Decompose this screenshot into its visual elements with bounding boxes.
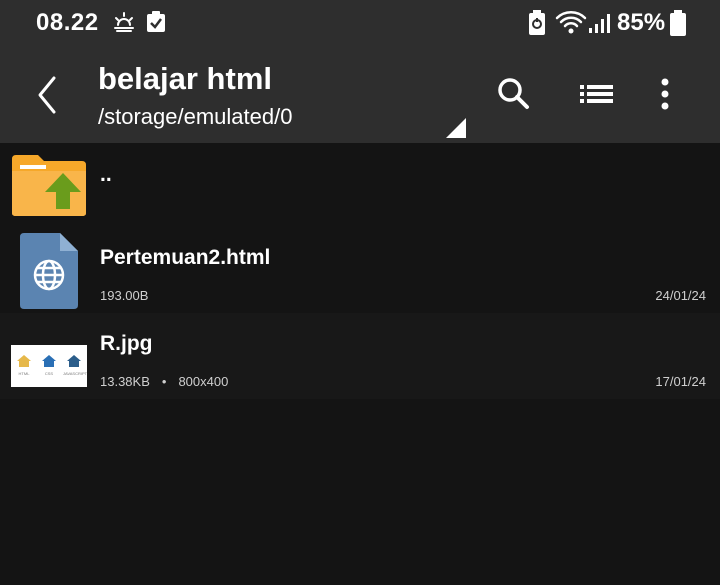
dropdown-corner-icon [446, 118, 466, 138]
weather-sunrise-icon [112, 10, 136, 39]
image-thumbnail: HTML CSS JAVASCRIPT [11, 345, 87, 387]
file-size: 193.00B [100, 288, 149, 303]
folder-up-icon [10, 153, 88, 222]
separator-dot: • [161, 374, 167, 389]
file-name: R.jpg [100, 332, 153, 355]
check-square-icon [146, 11, 166, 38]
status-time: 08.22 [36, 9, 99, 36]
battery-percent: 85% [617, 9, 666, 36]
list-item-file[interactable]: Pertemuan2.html 193.00B 24/01/24 [0, 227, 720, 313]
home-icon: CSS [38, 351, 60, 381]
html-file-icon [18, 231, 80, 316]
home-icon: HTML [13, 351, 35, 381]
back-button[interactable] [28, 72, 68, 118]
search-button[interactable] [493, 74, 533, 114]
current-path[interactable]: /storage/emulated/0 [98, 104, 292, 130]
folder-title: belajar html [98, 61, 272, 96]
thumbnail-label: CSS [44, 371, 54, 376]
app-toolbar: belajar html /storage/emulated/0 [0, 46, 720, 143]
wifi-icon [555, 10, 587, 39]
thumbnail-label: HTML [18, 371, 30, 376]
file-date: 17/01/24 [655, 374, 706, 389]
status-bar: 08.22 85% [0, 0, 720, 46]
home-icon: JAVASCRIPT [63, 351, 88, 381]
thumbnail-label: JAVASCRIPT [63, 371, 88, 376]
search-icon [498, 78, 529, 109]
file-name: .. [100, 163, 112, 186]
file-meta: 13.38KB • 800x400 [100, 374, 228, 389]
list-item-parent-folder[interactable]: .. [0, 143, 720, 227]
file-name: Pertemuan2.html [100, 246, 271, 269]
battery-icon [670, 10, 686, 41]
file-resolution: 800x400 [178, 374, 229, 389]
signal-icon [588, 12, 610, 39]
file-list: .. Pertemuan2.html 193.00B 24/01/24 HTML… [0, 143, 720, 399]
list-view-icon [580, 85, 613, 103]
battery-saver-icon [528, 10, 546, 41]
list-item-file[interactable]: HTML CSS JAVASCRIPT R.jpg 13.38KB • 800x40… [0, 313, 720, 399]
path-dropdown-button[interactable] [446, 118, 466, 138]
list-view-button[interactable] [578, 74, 618, 114]
more-options-button[interactable] [645, 74, 685, 114]
file-date: 24/01/24 [655, 288, 706, 303]
back-icon [38, 76, 56, 114]
more-vert-icon [661, 78, 669, 110]
file-size: 13.38KB [100, 374, 150, 389]
